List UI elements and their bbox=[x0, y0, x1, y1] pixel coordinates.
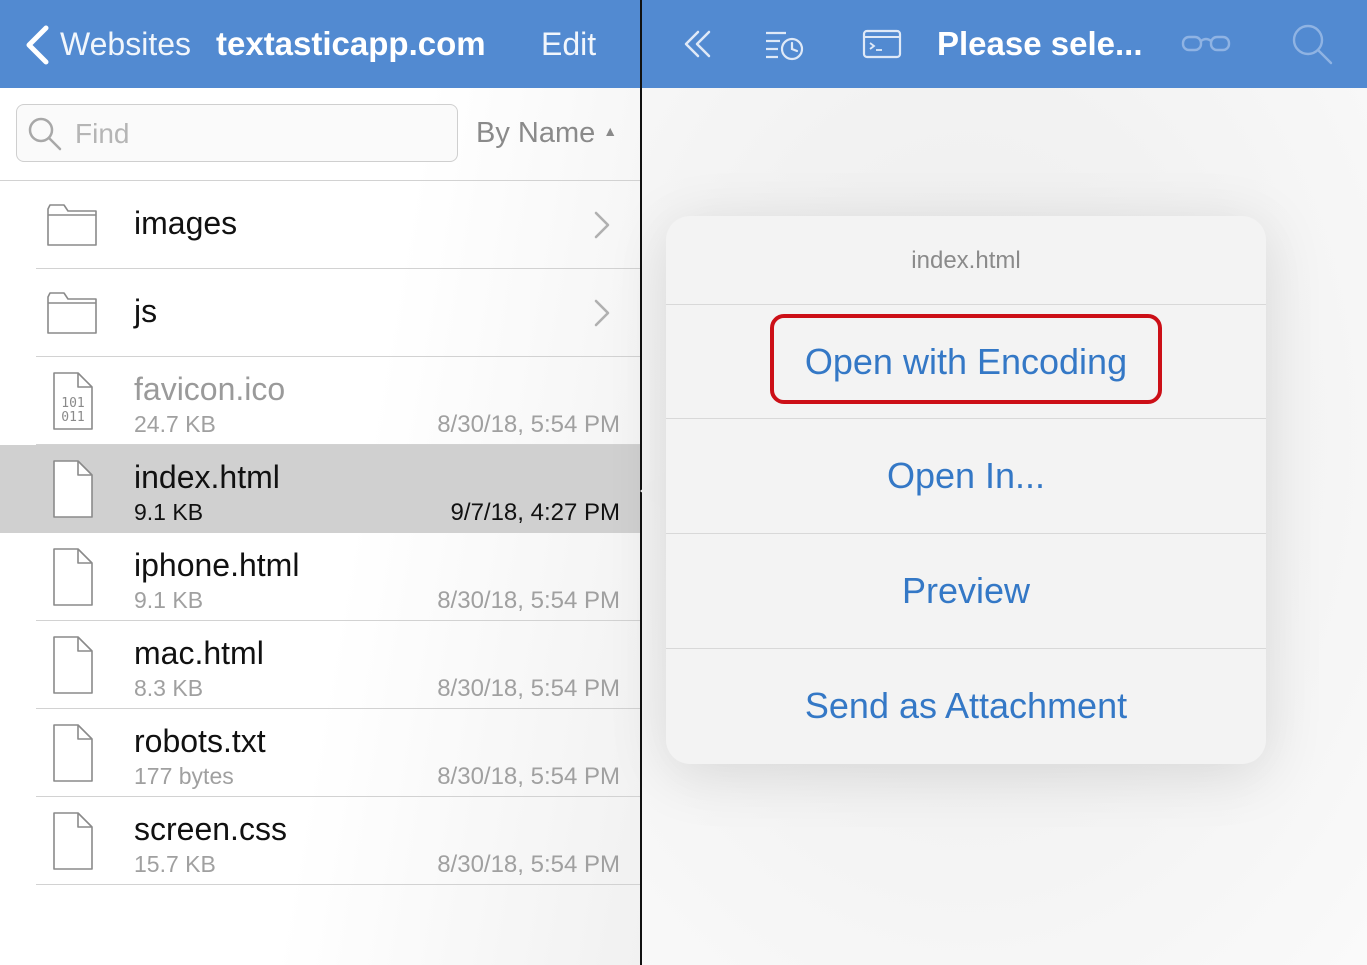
file-name: mac.html bbox=[134, 635, 264, 671]
file-date: 8/30/18, 5:54 PM bbox=[437, 411, 620, 438]
file-row[interactable]: index.html 9.1 KB 9/7/18, 4:27 PM bbox=[0, 445, 640, 533]
file-size: 9.1 KB bbox=[134, 587, 204, 613]
document-icon bbox=[53, 548, 93, 606]
preview-button[interactable]: Preview bbox=[666, 533, 1266, 647]
double-chevron-left-icon[interactable] bbox=[678, 24, 718, 64]
recent-files-icon[interactable] bbox=[764, 24, 804, 64]
file-name: favicon.ico bbox=[134, 371, 286, 407]
file-size: 177 bytes bbox=[134, 763, 234, 789]
binary-file-icon: 101011 bbox=[53, 372, 93, 430]
file-date: 8/30/18, 5:54 PM bbox=[437, 587, 620, 614]
file-size: 8.3 KB bbox=[134, 675, 204, 701]
file-date: 8/30/18, 5:54 PM bbox=[437, 851, 620, 878]
svg-text:011: 011 bbox=[61, 410, 84, 425]
file-date: 9/7/18, 4:27 PM bbox=[450, 499, 620, 526]
file-row[interactable]: mac.html 8.3 KB 8/30/18, 5:54 PM bbox=[0, 621, 640, 709]
chevron-right-icon bbox=[594, 211, 610, 239]
folder-row[interactable]: js bbox=[0, 269, 640, 357]
document-icon bbox=[53, 636, 93, 694]
file-name: robots.txt bbox=[134, 723, 266, 759]
search-icon bbox=[28, 117, 62, 151]
open-in-button[interactable]: Open In... bbox=[666, 418, 1266, 532]
sort-button[interactable]: By Name ▲ bbox=[476, 104, 617, 162]
send-as-attachment-button[interactable]: Send as Attachment bbox=[666, 648, 1266, 762]
file-date: 8/30/18, 5:54 PM bbox=[437, 675, 620, 702]
search-input[interactable] bbox=[73, 113, 447, 155]
folder-row[interactable]: images bbox=[0, 181, 640, 269]
chevron-right-icon bbox=[594, 299, 610, 327]
popover-title: index.html bbox=[911, 247, 1021, 274]
edit-button[interactable]: Edit bbox=[541, 0, 596, 88]
file-name: screen.css bbox=[134, 811, 287, 847]
sort-ascending-icon: ▲ bbox=[603, 123, 618, 139]
file-row[interactable]: iphone.html 9.1 KB 8/30/18, 5:54 PM bbox=[0, 533, 640, 621]
folder-title: textasticapp.com bbox=[216, 25, 486, 62]
search-icon[interactable] bbox=[1290, 22, 1334, 66]
file-list: images js 101 011 favicon.ico 24.7 KB 8/30/18,… bbox=[0, 181, 640, 885]
file-name: iphone.html bbox=[134, 547, 300, 583]
file-date: 8/30/18, 5:54 PM bbox=[437, 763, 620, 790]
file-size: 15.7 KB bbox=[134, 851, 216, 877]
document-title: Please sele... bbox=[937, 25, 1143, 62]
file-browser-pane: Websites textasticapp.com Edit By Name▲ … bbox=[0, 0, 640, 965]
row-divider bbox=[36, 884, 640, 885]
file-name: index.html bbox=[134, 459, 280, 495]
reading-glasses-icon[interactable] bbox=[1180, 24, 1232, 64]
terminal-icon[interactable] bbox=[862, 24, 902, 64]
file-name: images bbox=[134, 205, 238, 241]
file-actions-popover: index.html Open with Encoding Open In...… bbox=[666, 216, 1266, 764]
file-name: js bbox=[134, 293, 158, 329]
sort-label: By Name bbox=[476, 117, 596, 149]
file-row[interactable]: robots.txt 177 bytes 8/30/18, 5:54 PM bbox=[0, 709, 640, 797]
document-icon bbox=[53, 724, 93, 782]
document-icon bbox=[53, 460, 93, 518]
search-box[interactable] bbox=[16, 104, 458, 162]
file-browser-nav-bar: Websites textasticapp.com Edit bbox=[0, 0, 640, 88]
open-with-encoding-button[interactable]: Open with Encoding bbox=[666, 304, 1266, 418]
back-chevron-icon[interactable] bbox=[22, 24, 52, 66]
file-row[interactable]: screen.css 15.7 KB 8/30/18, 5:54 PM bbox=[0, 797, 640, 885]
svg-text:101: 101 bbox=[61, 396, 84, 411]
file-size: 9.1 KB bbox=[134, 499, 204, 525]
document-icon bbox=[53, 812, 93, 870]
folder-icon bbox=[47, 292, 97, 334]
folder-icon bbox=[47, 204, 97, 246]
file-row[interactable]: 101 011 favicon.ico 24.7 KB 8/30/18, 5:54 PM bbox=[0, 357, 640, 445]
file-size: 24.7 KB bbox=[134, 411, 216, 437]
back-button[interactable]: Websites bbox=[60, 0, 191, 88]
editor-nav-bar: Please sele... bbox=[642, 0, 1367, 88]
